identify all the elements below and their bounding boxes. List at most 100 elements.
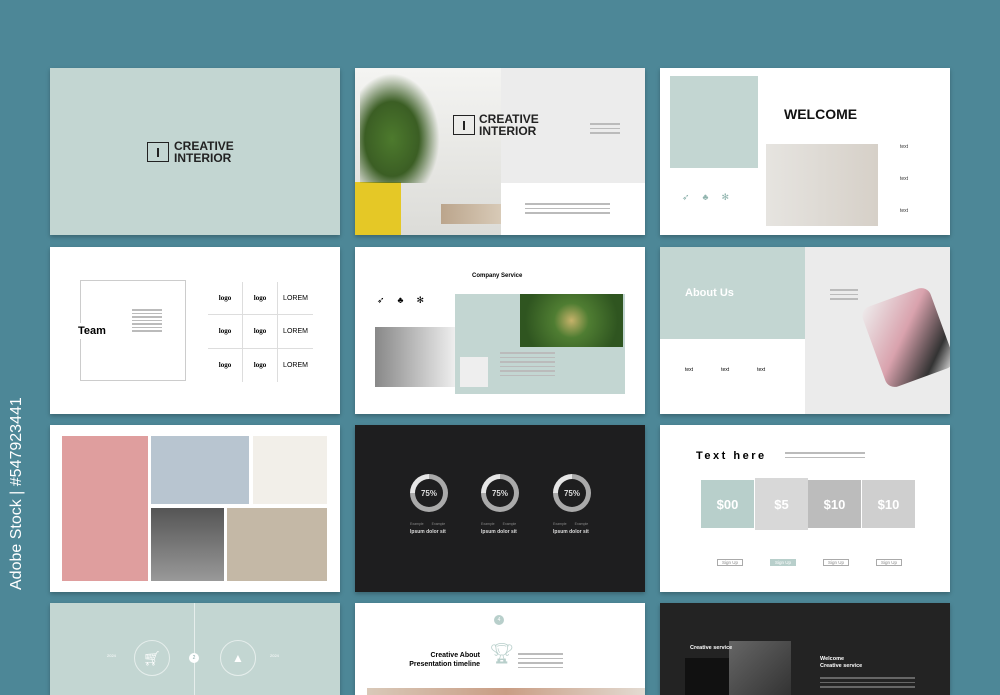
- step-badge: 2: [189, 653, 199, 663]
- legend: Example: [410, 522, 424, 526]
- slide-company-service[interactable]: Company Service ➶ ♣ ✻: [355, 247, 645, 414]
- brand-line2: INTERIOR: [479, 124, 537, 138]
- legend: Example: [481, 522, 495, 526]
- text-labels: text text text: [900, 131, 908, 227]
- snowflake-icon: ✻: [416, 295, 424, 305]
- stock-watermark-id: Adobe Stock | #547923441: [8, 397, 25, 590]
- title-line: Creative service: [820, 663, 863, 669]
- service-label: Creative service: [690, 645, 733, 651]
- ring-value: 75%: [558, 479, 586, 507]
- label: text: [721, 367, 730, 373]
- logo-cell: logo: [243, 282, 278, 316]
- stat-heading: Ipsum dolor sit: [481, 529, 517, 535]
- tree-icon: ♣: [702, 192, 709, 202]
- sign-up-button[interactable]: Sign Up: [770, 559, 796, 566]
- vase-photo: [375, 327, 455, 387]
- label: text: [685, 367, 694, 373]
- spoon-photo: [253, 436, 327, 504]
- rocket-icon: ➶: [377, 295, 385, 305]
- logo-cell: logo: [243, 348, 278, 382]
- plant-leaves: [360, 73, 440, 183]
- stat-heading: Ipsum dolor sit: [553, 529, 589, 535]
- progress-ring: 75%: [553, 474, 591, 512]
- ring-value: 75%: [486, 479, 514, 507]
- year-label: 2024: [270, 653, 279, 658]
- slide-cover-photo[interactable]: CREATIVE INTERIOR: [355, 68, 645, 235]
- logo-cell: LOREM: [278, 282, 313, 316]
- logo-cell: LOREM: [278, 315, 313, 349]
- slide-timeline-about[interactable]: 4 🏆︎ Creative About Presentation timelin…: [355, 603, 645, 695]
- title-line: Presentation timeline: [409, 661, 480, 668]
- sign-up-button[interactable]: Sign Up: [717, 559, 743, 566]
- legend: Example: [502, 522, 517, 526]
- logo-grid: logo logo LOREM logo logo LOREM logo log…: [208, 282, 313, 382]
- logo-mark-icon: [453, 115, 475, 135]
- sign-up-button[interactable]: Sign Up: [876, 559, 902, 566]
- team-title: Team: [78, 323, 106, 339]
- logo-cell: logo: [208, 282, 243, 316]
- plant-photo: [355, 68, 501, 235]
- progress-ring: 75%: [410, 474, 448, 512]
- cart-icon: 🛒︎: [134, 640, 170, 676]
- progress-ring: 75%: [481, 474, 519, 512]
- slide-team[interactable]: Team logo logo LOREM logo logo LOREM log…: [50, 247, 340, 414]
- chart-icon: ▲: [220, 640, 256, 676]
- logo-cell: logo: [208, 348, 243, 382]
- yellow-pot: [355, 182, 401, 235]
- ring-value: 75%: [415, 479, 443, 507]
- legend: Example: [431, 522, 446, 526]
- slide-welcome[interactable]: WELCOME text text text ➶ ♣ ✻: [660, 68, 950, 235]
- plant-photo: [460, 357, 488, 387]
- plan-price: $10: [808, 480, 861, 528]
- slide-creative-service[interactable]: Creative service Welcome Creative servic…: [660, 603, 950, 695]
- pricing-title: Text here: [696, 450, 767, 462]
- logo-cell: logo: [243, 315, 278, 349]
- title-line: Welcome: [820, 656, 845, 662]
- chair-photo: [766, 144, 878, 226]
- cup-photo: [859, 285, 950, 390]
- step-badge: 4: [494, 615, 504, 625]
- cactus-photo: [520, 294, 623, 347]
- year-label: 2024: [107, 653, 116, 658]
- label: text: [900, 208, 909, 214]
- desk-photo: [367, 688, 645, 695]
- label: text: [900, 144, 909, 150]
- tree-icon: ♣: [397, 295, 404, 305]
- stat-heading: Ipsum dolor sit: [410, 529, 446, 535]
- hats-photo: [151, 436, 249, 504]
- title-line: Creative About: [430, 652, 480, 659]
- brand-logo: CREATIVE INTERIOR: [453, 113, 539, 137]
- service-title: Welcome Creative service: [820, 656, 862, 670]
- slide-about[interactable]: About Us text text text: [660, 247, 950, 414]
- label: text: [900, 176, 909, 182]
- plan-price: $00: [701, 480, 754, 528]
- logo-cell: LOREM: [283, 361, 308, 369]
- slide-timeline[interactable]: 🛒︎ ▲ 2 2024 2024: [50, 603, 340, 695]
- trophy-icon: 🏆︎: [489, 643, 515, 665]
- logo-cell: logo: [208, 315, 243, 349]
- brand-logo: CREATIVE INTERIOR: [147, 140, 234, 164]
- welcome-title: WELCOME: [784, 106, 858, 122]
- legend: Example: [553, 522, 567, 526]
- label: text: [757, 367, 766, 373]
- slide-stats[interactable]: 75% 75% 75% Example Example Example Exampl…: [355, 425, 645, 592]
- headphones-photo: [729, 641, 791, 695]
- slide-cover[interactable]: CREATIVE INTERIOR: [50, 68, 340, 235]
- brand-line2: INTERIOR: [174, 151, 232, 165]
- service-title: Company Service: [472, 273, 523, 279]
- interior-photo: [227, 508, 327, 581]
- plan-price: $10: [862, 480, 915, 528]
- sage-block: [670, 76, 758, 168]
- logo-mark-icon: [147, 142, 169, 162]
- rocket-icon: ➶: [682, 192, 690, 202]
- slide-gallery[interactable]: [50, 425, 340, 592]
- sign-up-button[interactable]: Sign Up: [823, 559, 849, 566]
- slide-pricing[interactable]: Text here $00 $5 $10 $10 Sign Up Sign Up…: [660, 425, 950, 592]
- plan-price: $5: [755, 478, 808, 530]
- timeline-title: Creative About Presentation timeline: [385, 651, 480, 669]
- legs-photo: [62, 436, 148, 581]
- jars: [441, 204, 501, 224]
- office-photo: [151, 508, 224, 581]
- legend: Example: [574, 522, 589, 526]
- snowflake-icon: ✻: [721, 192, 729, 202]
